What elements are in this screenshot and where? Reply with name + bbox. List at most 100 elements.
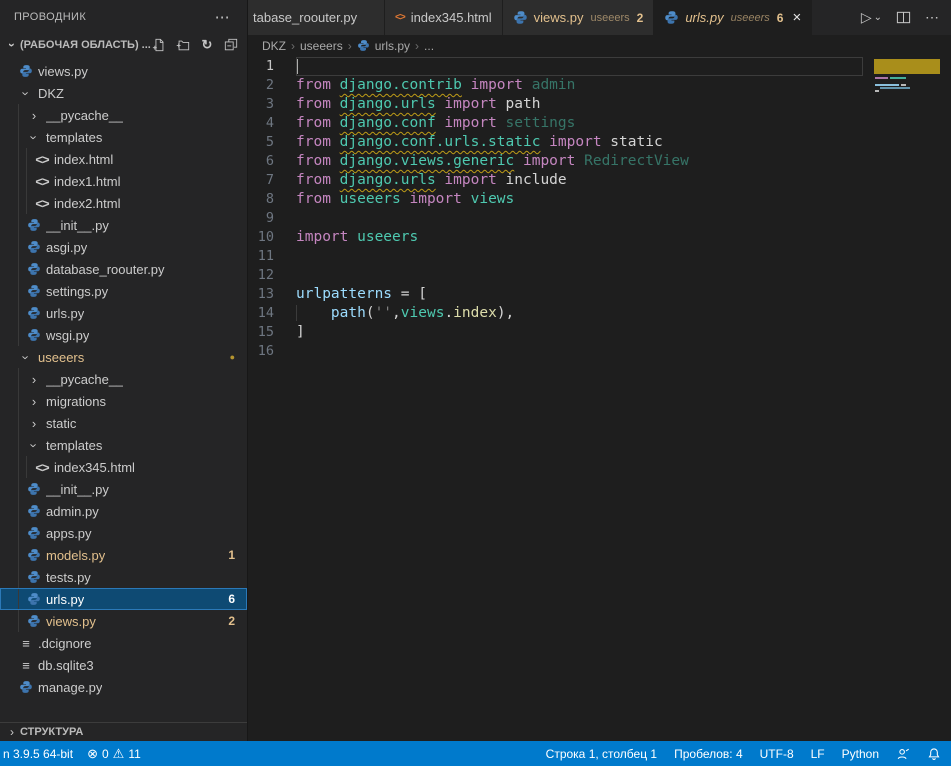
tree-item-templates[interactable]: ›templates <box>0 126 247 148</box>
python-version-status[interactable]: n 3.9.5 64-bit <box>3 747 73 761</box>
tree-item-views-py[interactable]: views.py <box>0 60 247 82</box>
line-content[interactable]: from django.contrib import admin <box>296 76 863 95</box>
tree-item--pycache-[interactable]: ›__pycache__ <box>0 104 247 126</box>
new-file-icon[interactable] <box>151 37 167 53</box>
minimap[interactable] <box>872 57 944 187</box>
breadcrumb-item[interactable]: ... <box>424 39 434 53</box>
code-token: settings <box>506 115 576 131</box>
cursor-position-status[interactable]: Строка 1, столбец 1 <box>546 747 657 761</box>
tree-item-asgi-py[interactable]: asgi.py <box>0 236 247 258</box>
tab-bar: tabase_roouter.py<>index345.htmlviews.py… <box>248 0 951 35</box>
tree-item-label: manage.py <box>38 680 102 695</box>
feedback-icon[interactable] <box>896 747 910 761</box>
new-folder-icon[interactable] <box>175 37 191 53</box>
tree-item-urls-py[interactable]: urls.py6 <box>0 588 247 610</box>
python-icon <box>513 10 528 25</box>
tree-item-migrations[interactable]: ›migrations <box>0 390 247 412</box>
outline-section-header[interactable]: › СТРУКТУРА <box>0 722 247 741</box>
tree-item-index1-html[interactable]: <>index1.html <box>0 170 247 192</box>
chevron-right-icon: › <box>26 416 42 431</box>
indentation-status[interactable]: Пробелов: 4 <box>674 747 743 761</box>
notifications-bell-icon[interactable] <box>927 747 941 761</box>
line-number: 3 <box>248 95 296 114</box>
python-icon <box>26 526 42 541</box>
close-icon[interactable]: × <box>792 10 801 25</box>
tree-item-apps-py[interactable]: apps.py <box>0 522 247 544</box>
tree-item-manage-py[interactable]: manage.py <box>0 676 247 698</box>
tree-item-settings-py[interactable]: settings.py <box>0 280 247 302</box>
line-content[interactable]: from django.views.generic import Redirec… <box>296 152 863 171</box>
tab-tabase-roouter-py[interactable]: tabase_roouter.py <box>248 0 385 35</box>
line-content[interactable] <box>296 57 863 76</box>
breadcrumb-item[interactable]: urls.py <box>375 39 410 53</box>
workspace-section-header[interactable]: › (РАБОЧАЯ ОБЛАСТЬ) ... ↻ <box>0 33 247 57</box>
tree-item-index-html[interactable]: <>index.html <box>0 148 247 170</box>
tab-views-py[interactable]: views.pyuseeers2 <box>503 0 655 35</box>
tree-item-dkz[interactable]: ›DKZ <box>0 82 247 104</box>
tab-urls-py[interactable]: urls.pyuseeers6× <box>654 0 812 35</box>
code-token: , <box>392 305 401 321</box>
line-content[interactable]: urlpatterns = [ <box>296 285 863 304</box>
eol-status[interactable]: LF <box>811 747 825 761</box>
tree-item-views-py[interactable]: views.py2 <box>0 610 247 632</box>
python-icon <box>26 504 42 519</box>
tree-item-wsgi-py[interactable]: wsgi.py <box>0 324 247 346</box>
tree-item-label: asgi.py <box>46 240 87 255</box>
more-actions-icon[interactable]: ⋯ <box>925 9 939 26</box>
tree-item--pycache-[interactable]: ›__pycache__ <box>0 368 247 390</box>
tab-index345-html[interactable]: <>index345.html <box>385 0 503 35</box>
indent-guide <box>18 104 26 126</box>
line-content[interactable]: from django.conf.urls.static import stat… <box>296 133 863 152</box>
code-editor[interactable]: 12from django.contrib import admin3from … <box>248 57 951 741</box>
tree-item-db-sqlite3[interactable]: ≡db.sqlite3 <box>0 654 247 676</box>
line-content[interactable] <box>296 209 863 228</box>
line-content[interactable]: path('',views.index), <box>296 304 863 323</box>
tree-item--init-py[interactable]: __init__.py <box>0 214 247 236</box>
tree-item-index345-html[interactable]: <>index345.html <box>0 456 247 478</box>
problems-status[interactable]: ⊗ 0 ⚠ 11 <box>87 746 141 762</box>
language-mode-status[interactable]: Python <box>842 747 879 761</box>
breadcrumb-item[interactable]: DKZ <box>262 39 286 53</box>
code-token: static <box>610 134 662 150</box>
line-number: 9 <box>248 209 296 228</box>
code-token: . <box>444 305 453 321</box>
collapse-all-icon[interactable] <box>223 37 239 53</box>
tree-item--dcignore[interactable]: ≡.dcignore <box>0 632 247 654</box>
problem-count-badge: 2 <box>228 614 235 628</box>
line-content[interactable]: import useeers <box>296 228 863 247</box>
status-bar-right: Строка 1, столбец 1 Пробелов: 4 UTF-8 LF… <box>546 747 941 761</box>
run-button[interactable]: ▷ ⌄ <box>861 9 882 26</box>
tree-item-static[interactable]: ›static <box>0 412 247 434</box>
tree-item-urls-py[interactable]: urls.py <box>0 302 247 324</box>
line-content[interactable]: ] <box>296 323 863 342</box>
tab-problem-badge: 2 <box>637 11 644 25</box>
line-content[interactable] <box>296 266 863 285</box>
code-line-15: 15] <box>248 323 951 342</box>
encoding-status[interactable]: UTF-8 <box>760 747 794 761</box>
split-editor-button[interactable] <box>896 10 911 25</box>
python-icon <box>26 306 42 321</box>
line-content[interactable]: from django.urls import include <box>296 171 863 190</box>
line-content[interactable] <box>296 247 863 266</box>
python-icon <box>26 284 42 299</box>
tree-item-templates[interactable]: ›templates <box>0 434 247 456</box>
tree-item-admin-py[interactable]: admin.py <box>0 500 247 522</box>
tree-item--init-py[interactable]: __init__.py <box>0 478 247 500</box>
tree-item-useeers[interactable]: ›useeers● <box>0 346 247 368</box>
html-icon: <> <box>34 460 50 475</box>
indent-guide <box>18 258 26 280</box>
breadcrumb-item[interactable]: useeers <box>300 39 343 53</box>
code-token: ] <box>296 324 305 340</box>
line-number: 4 <box>248 114 296 133</box>
line-content[interactable]: from django.conf import settings <box>296 114 863 133</box>
code-token: import <box>296 229 357 245</box>
line-content[interactable]: from useeers import views <box>296 190 863 209</box>
line-content[interactable]: from django.urls import path <box>296 95 863 114</box>
refresh-icon[interactable]: ↻ <box>199 37 215 53</box>
tree-item-tests-py[interactable]: tests.py <box>0 566 247 588</box>
tree-item-models-py[interactable]: models.py1 <box>0 544 247 566</box>
more-actions-icon[interactable]: ⋯ <box>212 8 233 26</box>
tree-item-index2-html[interactable]: <>index2.html <box>0 192 247 214</box>
line-content[interactable] <box>296 342 863 361</box>
tree-item-database-roouter-py[interactable]: database_roouter.py <box>0 258 247 280</box>
